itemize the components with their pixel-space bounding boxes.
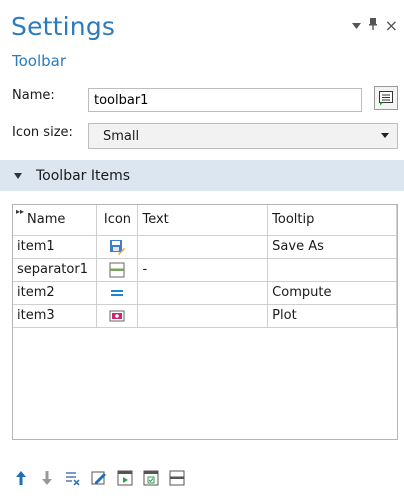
icon-size-value: Small [103, 128, 140, 144]
bottom-toolbar [12, 469, 186, 487]
plot-icon [109, 310, 125, 321]
row-text-cell[interactable] [137, 234, 269, 259]
delete-items-icon[interactable] [64, 469, 82, 487]
row-tooltip-cell[interactable]: Plot [267, 303, 397, 328]
save-as-icon [110, 239, 126, 255]
toolbar-items-section[interactable]: Toolbar Items [0, 160, 404, 191]
icon-size-row: Icon size: [12, 125, 73, 140]
icon-size-select[interactable]: Small [88, 123, 398, 149]
row-name-cell[interactable]: separator1 [13, 257, 98, 282]
chevron-down-icon [381, 133, 389, 138]
table-row[interactable]: item1 Save As [13, 234, 397, 259]
name-edit-button[interactable] [374, 86, 398, 110]
name-label: Name: [12, 88, 55, 103]
row-text-cell[interactable] [137, 280, 269, 305]
separator-icon [109, 262, 125, 277]
row-icon-cell[interactable] [96, 234, 139, 259]
move-up-icon[interactable] [12, 469, 30, 487]
row-tooltip-cell[interactable] [267, 257, 397, 282]
compute-icon [111, 289, 124, 296]
expand-columns-icon[interactable]: ▸▸ [16, 207, 24, 216]
row-icon-cell[interactable] [96, 257, 139, 282]
add-button-icon[interactable] [116, 469, 134, 487]
table-row[interactable]: separator1 - [13, 257, 397, 282]
column-header-tooltip[interactable]: Tooltip [267, 205, 397, 236]
column-header-name[interactable]: ▸▸ Name [13, 205, 98, 236]
row-icon-cell[interactable] [96, 303, 139, 328]
add-checkbox-icon[interactable] [142, 469, 160, 487]
row-name-cell[interactable]: item2 [13, 280, 98, 305]
table-row[interactable]: item3 Plot [13, 303, 397, 328]
table-header-row: ▸▸ Name Icon Text Tooltip [13, 205, 397, 236]
row-icon-cell[interactable] [96, 280, 139, 305]
row-text-cell[interactable] [137, 303, 269, 328]
icon-size-label: Icon size: [12, 125, 73, 140]
dropdown-arrow-icon[interactable] [351, 19, 361, 33]
row-tooltip-cell[interactable]: Compute [267, 280, 397, 305]
toolbar-items-table: ▸▸ Name Icon Text Tooltip item1 Save As … [12, 204, 398, 440]
row-tooltip-cell[interactable]: Save As [267, 234, 397, 259]
column-header-icon[interactable]: Icon [96, 205, 139, 236]
row-text-cell[interactable]: - [137, 257, 269, 282]
settings-subtitle: Toolbar [12, 52, 67, 70]
add-separator-icon[interactable] [168, 469, 186, 487]
settings-title: Settings [11, 12, 116, 41]
notes-icon [379, 91, 393, 106]
column-header-text[interactable]: Text [137, 205, 269, 236]
section-title: Toolbar Items [36, 167, 131, 184]
name-row: Name: [12, 88, 55, 103]
row-name-cell[interactable]: item3 [13, 303, 98, 328]
collapse-icon[interactable] [14, 172, 22, 179]
pin-icon[interactable] [368, 18, 377, 33]
table-row[interactable]: item2 Compute [13, 280, 397, 305]
row-name-cell[interactable]: item1 [13, 234, 98, 259]
move-down-icon[interactable] [38, 469, 56, 487]
close-icon[interactable]: × [385, 17, 398, 33]
window-controls: × [351, 17, 398, 33]
edit-icon[interactable] [90, 469, 108, 487]
name-input[interactable] [88, 88, 362, 112]
